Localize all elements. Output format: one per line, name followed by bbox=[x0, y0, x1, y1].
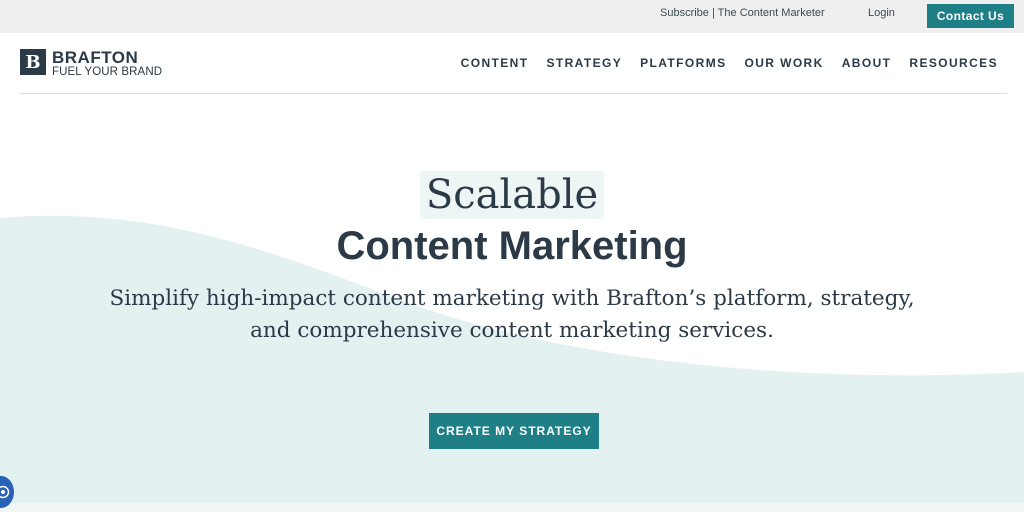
contact-us-button[interactable]: Contact Us bbox=[927, 4, 1014, 28]
login-link[interactable]: Login bbox=[868, 7, 895, 19]
nav-item-platforms[interactable]: PLATFORMS bbox=[640, 56, 726, 70]
create-my-strategy-button[interactable]: CREATE MY STRATEGY bbox=[429, 413, 599, 449]
nav-item-about[interactable]: ABOUT bbox=[842, 56, 892, 70]
nav-item-resources[interactable]: RESOURCES bbox=[909, 56, 998, 70]
hero-title-line-2: Content Marketing bbox=[336, 224, 688, 268]
accessibility-icon bbox=[0, 485, 10, 499]
logo-wordmark: BRAFTON FUEL YOUR BRAND bbox=[52, 49, 162, 79]
bottom-strip bbox=[0, 503, 1024, 512]
nav-item-content[interactable]: CONTENT bbox=[461, 56, 529, 70]
subscribe-link[interactable]: Subscribe | The Content Marketer bbox=[660, 7, 825, 19]
brafton-logo[interactable]: B BRAFTON FUEL YOUR BRAND bbox=[20, 49, 162, 79]
utility-bar: Subscribe | The Content Marketer Login C… bbox=[0, 0, 1024, 33]
hero-title-scalable: Scalable bbox=[419, 171, 605, 219]
main-nav: CONTENT STRATEGY PLATFORMS OUR WORK ABOU… bbox=[461, 56, 998, 70]
logo-mark: B bbox=[20, 49, 46, 75]
header-divider bbox=[20, 93, 1007, 94]
nav-item-our-work[interactable]: OUR WORK bbox=[745, 56, 824, 70]
nav-item-strategy[interactable]: STRATEGY bbox=[546, 56, 622, 70]
logo-name: BRAFTON bbox=[52, 48, 139, 67]
logo-tagline: FUEL YOUR BRAND bbox=[52, 66, 163, 78]
hero-title-line-1: Scalable bbox=[0, 171, 1024, 219]
hero-subtitle: Simplify high-impact content marketing w… bbox=[109, 286, 915, 343]
